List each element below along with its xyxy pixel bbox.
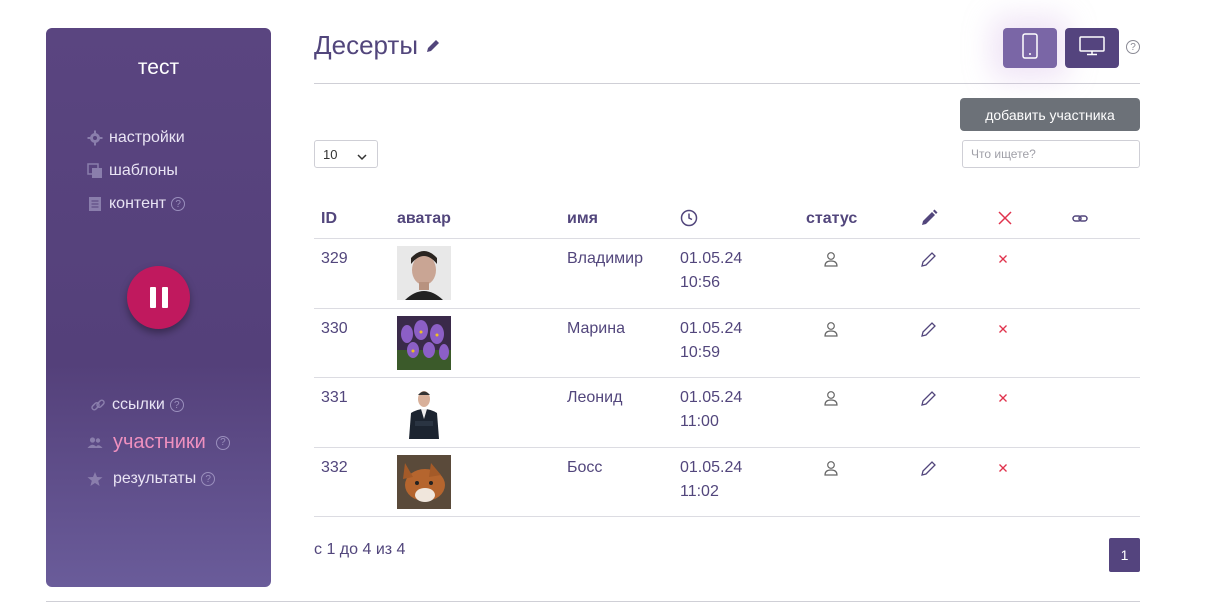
column-status[interactable]: статус (806, 210, 857, 228)
footer-divider (46, 601, 1140, 602)
sidebar-item-settings[interactable]: настройки (87, 129, 185, 147)
gear-icon (87, 130, 103, 146)
page-size-value: 10 (323, 146, 338, 162)
user-status-icon[interactable] (824, 460, 838, 481)
clock-icon[interactable] (680, 209, 698, 232)
page-title-text: Десерты (314, 30, 419, 60)
help-icon[interactable]: ? (201, 472, 216, 486)
help-icon[interactable]: ? (171, 197, 186, 211)
users-icon (87, 435, 103, 451)
delete-icon[interactable] (998, 390, 1008, 406)
row-id: 329 (321, 250, 348, 267)
edit-icon[interactable] (920, 250, 938, 273)
row-name: Леонид (567, 389, 623, 406)
user-status-icon[interactable] (824, 390, 838, 411)
column-id[interactable]: ID (321, 210, 337, 228)
sidebar-item-label: ссылки (112, 396, 165, 413)
row-time: 11:02 (680, 482, 719, 500)
edit-icon[interactable] (920, 459, 938, 482)
sidebar-item-results[interactable]: результаты ? (87, 470, 216, 488)
help-icon[interactable]: ? (215, 435, 230, 450)
page-size-select[interactable]: 10 (314, 140, 378, 168)
sidebar-item-label: шаблоны (109, 162, 178, 179)
sidebar-item-links[interactable]: ссылки ? (90, 396, 184, 414)
pause-button[interactable] (127, 266, 190, 329)
sidebar-item-label: контент (109, 195, 167, 212)
pencil-icon (920, 209, 938, 232)
avatar (397, 454, 451, 509)
row-date: 01.05.24 (680, 250, 743, 267)
link-icon (1072, 212, 1088, 230)
edit-icon[interactable] (920, 389, 938, 412)
desktop-view-button[interactable] (1065, 28, 1119, 68)
templates-icon (87, 163, 103, 179)
page-button-1[interactable]: 1 (1109, 538, 1140, 572)
sidebar: тест настройки шаблоны контент ? ссылки … (46, 28, 271, 587)
sidebar-item-label: участники (113, 431, 206, 453)
add-participant-button[interactable]: добавить участника (960, 98, 1140, 131)
column-avatar[interactable]: аватар (397, 210, 451, 228)
table-row: 331 Леонид 01.05.24 11:00 (314, 378, 1140, 448)
sidebar-item-label: результаты (113, 470, 197, 487)
row-name: Владимир (567, 250, 644, 267)
help-icon[interactable]: ? (1126, 40, 1140, 54)
table-row: 332 Босс 01.05.24 11:02 (314, 448, 1140, 517)
project-title: тест (137, 56, 180, 79)
row-id: 330 (321, 319, 348, 337)
user-status-icon[interactable] (824, 321, 838, 342)
star-icon (87, 471, 103, 487)
edit-icon[interactable] (920, 320, 938, 343)
row-date: 01.05.24 (680, 319, 743, 337)
help-icon[interactable]: ? (169, 398, 184, 412)
avatar (397, 315, 451, 370)
chevron-down-icon (357, 149, 367, 164)
row-time: 11:00 (680, 413, 719, 430)
participants-table: ID аватар имя статус 329 Владимир 01.05.… (314, 200, 1140, 517)
desktop-icon (1079, 35, 1105, 61)
delete-icon[interactable] (998, 460, 1008, 476)
avatar (397, 385, 451, 439)
search-input[interactable] (962, 140, 1140, 168)
sidebar-item-templates[interactable]: шаблоны (87, 162, 178, 180)
pause-icon (149, 287, 156, 308)
row-time: 10:59 (680, 343, 721, 361)
sidebar-item-label: настройки (109, 129, 185, 146)
header-divider (314, 83, 1140, 84)
link-icon (90, 397, 106, 413)
column-name[interactable]: имя (567, 210, 598, 228)
pagination-summary: с 1 до 4 из 4 (314, 541, 406, 558)
table-row: 330 Марина 01.05.24 10:59 (314, 309, 1140, 378)
sidebar-item-participants[interactable]: участники ? (87, 431, 230, 454)
delete-icon[interactable] (998, 251, 1008, 267)
row-time: 10:56 (680, 274, 721, 291)
row-id: 332 (321, 458, 348, 476)
table-header: ID аватар имя статус (314, 200, 1140, 239)
row-name: Босс (567, 458, 603, 476)
document-icon (87, 196, 103, 212)
page-title: Десерты (314, 30, 441, 61)
sidebar-item-content[interactable]: контент ? (87, 195, 186, 213)
avatar (397, 246, 451, 300)
table-row: 329 Владимир 01.05.24 10:56 (314, 239, 1140, 309)
mobile-icon (1022, 32, 1038, 64)
mobile-view-button[interactable] (1003, 28, 1057, 68)
delete-icon[interactable] (998, 321, 1008, 337)
row-date: 01.05.24 (680, 458, 743, 476)
row-id: 331 (321, 389, 348, 406)
user-status-icon[interactable] (824, 251, 838, 272)
row-date: 01.05.24 (680, 389, 743, 406)
edit-title-icon[interactable] (425, 30, 441, 61)
row-name: Марина (567, 319, 625, 337)
close-icon (997, 210, 1013, 231)
